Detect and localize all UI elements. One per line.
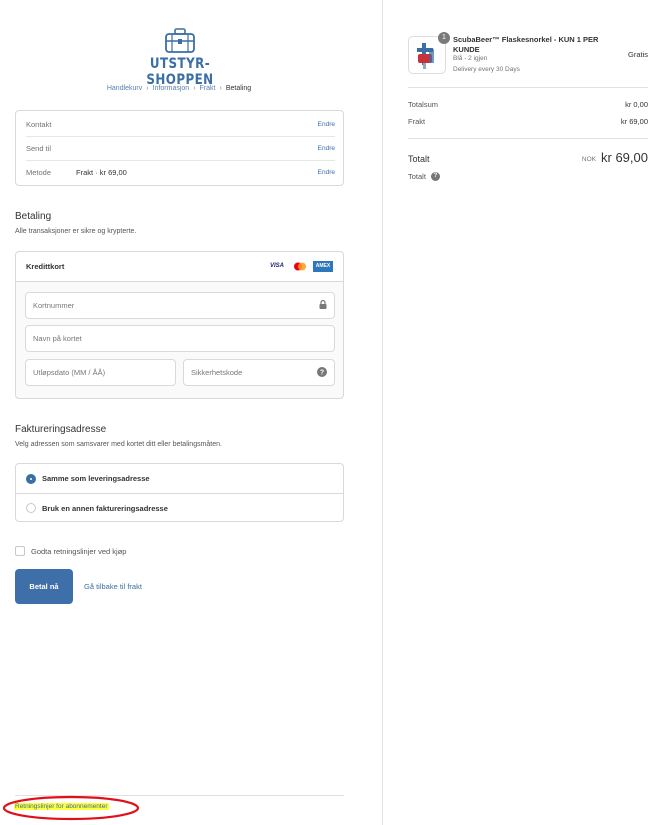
luggage-bag-icon (165, 28, 195, 53)
billing-title: Faktureringsadresse (15, 424, 107, 435)
product-price: Gratis (627, 50, 648, 59)
review-contact-label: Kontakt (26, 119, 52, 129)
payment-subtitle: Alle transaksjoner er sikre og krypterte… (15, 228, 137, 235)
checkout-main: UTSTYR-SHOPPEN Handlekurv › Informasjon › Fr… (0, 0, 382, 825)
pay-now-button[interactable]: Betal nå (15, 569, 73, 604)
help-icon[interactable]: ? (430, 172, 440, 181)
subtotal-value: kr 0,00 (625, 100, 648, 109)
review-method-row: Metode Frakt · kr 69,00 Endre (26, 160, 335, 184)
change-contact-link[interactable]: Endre (318, 121, 335, 128)
mastercard-icon (291, 261, 309, 272)
breadcrumb-information[interactable]: Informasjon (153, 85, 190, 92)
security-code-placeholder: Sikkerhetskode (191, 368, 243, 377)
review-method-value: Frakt · kr 69,00 (76, 168, 318, 177)
svg-text:?: ? (320, 369, 324, 376)
billing-option-other-label: Bruk en annen faktureringsadresse (42, 503, 168, 513)
product-name: ScubaBeer™ Flaskesnorkel - KUN 1 PER KUN… (453, 35, 599, 54)
radio-unselected[interactable] (26, 503, 36, 513)
chevron-right-icon: › (193, 85, 196, 92)
back-to-shipping-link[interactable]: Gå tilbake til frakt (84, 582, 142, 591)
card-number-input[interactable]: Kortnummer (25, 292, 335, 319)
breadcrumb-cart[interactable]: Handlekurv (107, 85, 142, 92)
chevron-right-icon: › (219, 85, 222, 92)
method-price: kr 69,00 (99, 168, 127, 177)
order-summary: 1 ScubaBeer™ Flaskesnorkel - KUN 1 PER K… (382, 0, 664, 825)
visa-icon: VISA (269, 263, 284, 269)
order-line-item: 1 ScubaBeer™ Flaskesnorkel - KUN 1 PER K… (408, 32, 648, 75)
billing-subtitle: Velg adressen som samsvarer med kortet d… (15, 441, 222, 448)
summary-divider (408, 138, 648, 139)
terms-label: Godta retningslinjer ved kjøp (31, 546, 127, 556)
credit-card-block: Kredittkort VISA AMEX Kortnummer Navn på… (15, 251, 344, 399)
summary-divider (408, 87, 648, 88)
lock-icon (319, 299, 327, 311)
billing-option-other[interactable]: Bruk en annen faktureringsadresse (16, 493, 343, 522)
total-value: kr 69,00 (601, 150, 648, 165)
terms-checkbox-row[interactable]: Godta retningslinjer ved kjøp (15, 546, 126, 556)
method-name: Frakt · (76, 168, 100, 177)
total-label: Totalt (408, 154, 430, 164)
shipping-value: kr 69,00 (620, 117, 648, 126)
shipping-label: Frakt (408, 117, 426, 126)
subscription-policy-link[interactable]: Retningslinjer for abonnementer (14, 803, 109, 810)
footer-divider (15, 795, 344, 796)
total-info-label: Totalt (408, 172, 426, 181)
product-delivery: Delivery every 30 Days (453, 66, 520, 73)
shipping-row: Frakt kr 69,00 (408, 117, 648, 126)
review-contact-row: Kontakt Endre (26, 112, 335, 136)
radio-selected[interactable] (26, 473, 36, 484)
billing-option-same-label: Samme som leveringsadresse (42, 474, 150, 483)
chevron-right-icon: › (146, 85, 149, 92)
quantity-badge: 1 (438, 32, 450, 44)
shop-logo[interactable]: UTSTYR-SHOPPEN (125, 28, 235, 88)
review-ship-to-row: Send til Endre (26, 136, 335, 160)
card-number-placeholder: Kortnummer (33, 301, 75, 310)
review-ship-to-label: Send til (26, 144, 52, 153)
shop-name: UTSTYR-SHOPPEN (146, 56, 214, 88)
breadcrumb: Handlekurv › Informasjon › Frakt › Betaling (0, 85, 358, 92)
terms-checkbox[interactable] (15, 546, 25, 556)
credit-card-header[interactable]: Kredittkort VISA AMEX (16, 252, 343, 282)
total-row: Totalt NOK kr 69,00 (408, 150, 648, 166)
amex-icon: AMEX (313, 261, 333, 272)
card-name-input[interactable]: Navn på kortet (25, 325, 335, 352)
product-thumbnail: 1 (408, 32, 450, 74)
expiry-input[interactable]: Utløpsdato (MM / ÅÅ) (25, 359, 176, 386)
review-block: Kontakt Endre Send til Endre Metode Frak… (15, 110, 344, 186)
change-ship-to-link[interactable]: Endre (318, 145, 335, 152)
card-name-placeholder: Navn på kortet (33, 334, 82, 343)
help-icon[interactable]: ? (317, 366, 327, 379)
review-method-label: Metode (26, 168, 52, 177)
subtotal-row: Totalsum kr 0,00 (408, 100, 648, 109)
total-info-row: Totalt ? (408, 172, 440, 181)
security-code-input[interactable]: Sikkerhetskode ? (183, 359, 335, 386)
subtotal-label: Totalsum (408, 100, 439, 109)
billing-option-same[interactable]: Samme som leveringsadresse (16, 464, 343, 493)
credit-card-title: Kredittkort (26, 262, 65, 271)
expiry-placeholder: Utløpsdato (MM / ÅÅ) (33, 368, 106, 377)
change-method-link[interactable]: Endre (318, 169, 335, 176)
billing-options: Samme som leveringsadresse Bruk en annen… (15, 463, 344, 522)
total-currency: NOK (581, 156, 596, 163)
breadcrumb-payment: Betaling (225, 85, 252, 92)
product-variant: Blå - 2 igjen (453, 55, 488, 62)
breadcrumb-shipping[interactable]: Frakt (200, 85, 216, 92)
payment-title: Betaling (15, 211, 52, 222)
